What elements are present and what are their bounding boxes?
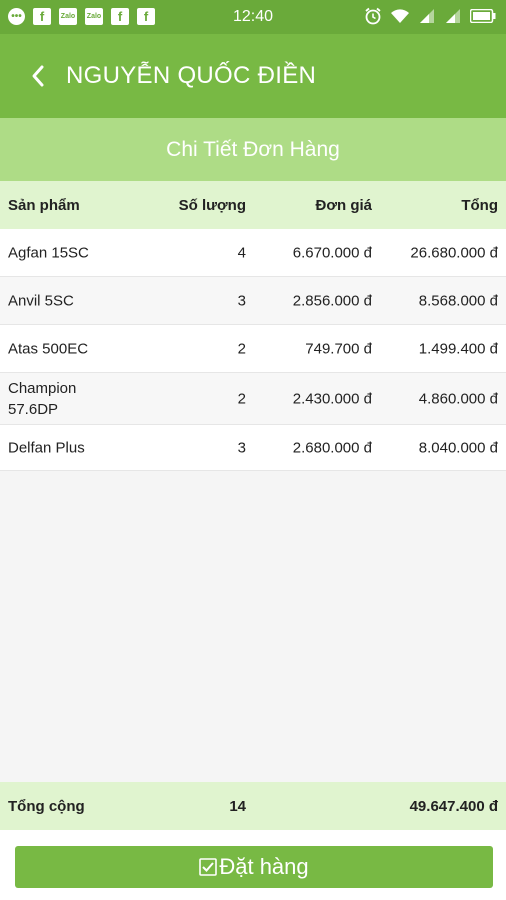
section-title: Chi Tiết Đơn Hàng [0, 118, 506, 181]
system-icons [364, 7, 496, 25]
product-total: 26.680.000 đ [410, 244, 498, 261]
product-name: Delfan Plus [8, 439, 85, 456]
alarm-icon [365, 7, 381, 25]
product-unit-price: 2.856.000 đ [292, 292, 372, 309]
column-header-total: Tổng [461, 197, 498, 214]
wifi-icon [391, 9, 409, 23]
order-button-container: Đặt hàng [0, 830, 506, 900]
product-name: Champion 57.6DP [8, 379, 77, 418]
summary-total: 49.647.400 đ [409, 798, 498, 815]
product-unit-price: 749.700 đ [305, 340, 372, 357]
product-quantity: 4 [237, 244, 246, 261]
place-order-label: Đặt hàng [219, 854, 309, 879]
product-unit-price: 2.680.000 đ [292, 439, 372, 456]
chevron-left-icon [32, 65, 44, 87]
product-quantity: 3 [237, 292, 246, 309]
summary-quantity: 14 [229, 798, 246, 815]
order-summary: Tổng cộng 14 49.647.400 đ [0, 782, 506, 830]
column-header-product: Sản phẩm [8, 197, 80, 214]
product-quantity: 3 [237, 439, 246, 456]
product-unit-price: 2.430.000 đ [292, 390, 372, 407]
product-name: Anvil 5SC [8, 292, 74, 309]
product-name: Agfan 15SC [8, 244, 89, 261]
app-bar: NGUYỄN QUỐC ĐIỀN [0, 34, 506, 118]
column-header-unit-price: Đơn giá [315, 197, 373, 214]
back-button[interactable] [22, 60, 54, 92]
column-header-quantity: Số lượng [178, 197, 246, 214]
summary-label: Tổng cộng [8, 798, 85, 815]
product-quantity: 2 [237, 390, 246, 407]
battery-icon [470, 9, 496, 23]
table-row[interactable]: Anvil 5SC 3 2.856.000 đ 8.568.000 đ [0, 277, 506, 325]
product-total: 8.040.000 đ [418, 439, 498, 456]
table-row[interactable]: Agfan 15SC 4 6.670.000 đ 26.680.000 đ [0, 229, 506, 277]
table-row[interactable]: Delfan Plus 3 2.680.000 đ 8.040.000 đ [0, 425, 506, 471]
order-items-list: Agfan 15SC 4 6.670.000 đ 26.680.000 đ An… [0, 229, 506, 471]
page-title: NGUYỄN QUỐC ĐIỀN [66, 62, 317, 89]
product-total: 8.568.000 đ [418, 292, 498, 309]
status-bar: ••• f Zalo Zalo f f 12:40 [0, 0, 506, 34]
product-quantity: 2 [237, 340, 246, 357]
signal-icon [446, 9, 460, 23]
signal-icon [420, 9, 434, 23]
product-total: 1.499.400 đ [418, 340, 498, 357]
place-order-button[interactable]: Đặt hàng [15, 846, 493, 888]
table-header: Sản phẩm Số lượng Đơn giá Tổng [0, 181, 506, 229]
product-name: Atas 500EC [8, 340, 89, 357]
product-unit-price: 6.670.000 đ [292, 244, 372, 261]
checkbox-icon [199, 858, 218, 876]
table-row[interactable]: Atas 500EC 2 749.700 đ 1.499.400 đ [0, 325, 506, 373]
table-row[interactable]: Champion 57.6DP 2 2.430.000 đ 4.860.000 … [0, 373, 506, 425]
product-total: 4.860.000 đ [418, 390, 498, 407]
